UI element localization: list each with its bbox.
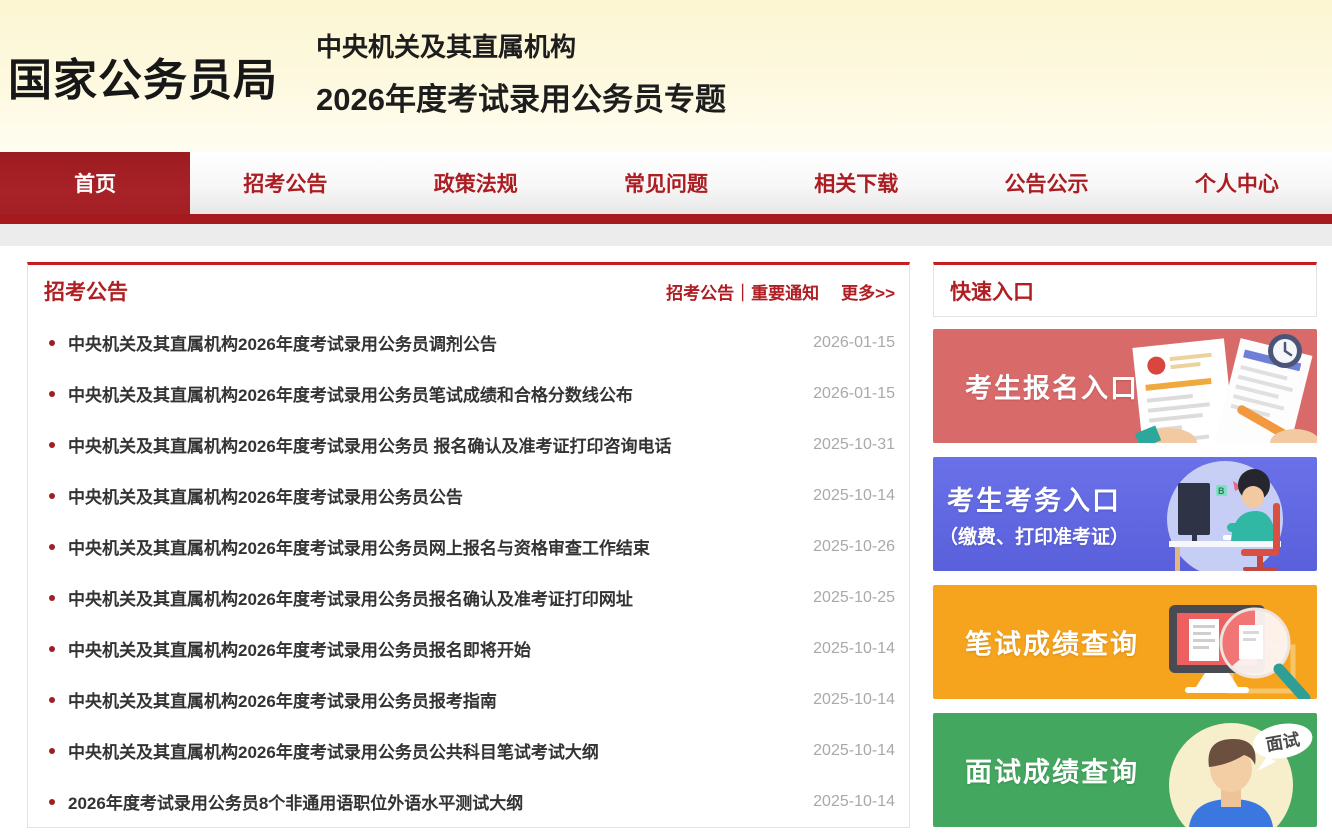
registration-entry-label: 考生报名入口 [965,367,1139,406]
tab-faq[interactable]: 常见问题 [571,152,761,214]
quick-entry-column: 快速入口 [933,262,1317,828]
registration-entry-banner[interactable]: 考生报名入口 [933,329,1317,443]
list-item: 中央机关及其直属机构2026年度考试录用公务员公告 2025-10-14 [44,470,895,521]
list-item: 中央机关及其直属机构2026年度考试录用公务员报名即将开始 2025-10-14 [44,623,895,674]
list-item: 2026年度考试录用公务员8个非通用语职位外语水平测试大纲 2025-10-14 [44,776,895,827]
more-link[interactable]: 更多>> [841,279,895,304]
written-score-query-banner[interactable]: 笔试成绩查询 [933,585,1317,699]
news-date: 2026-01-15 [785,334,895,352]
news-date: 2025-10-14 [785,487,895,505]
news-link[interactable]: 中央机关及其直属机构2026年度考试录用公务员网上报名与资格审查工作结束 [68,534,785,559]
list-item: 中央机关及其直属机构2026年度考试录用公务员报名确认及准考证打印网址 2025… [44,572,895,623]
news-date: 2025-10-14 [785,793,895,811]
list-item: 中央机关及其直属机构2026年度考试录用公务员网上报名与资格审查工作结束 202… [44,521,895,572]
news-link[interactable]: 中央机关及其直属机构2026年度考试录用公务员报名确认及准考证打印网址 [68,585,785,610]
news-link[interactable]: 中央机关及其直属机构2026年度考试录用公务员调剂公告 [68,330,785,355]
announcements-list: 中央机关及其直属机构2026年度考试录用公务员调剂公告 2026-01-15 中… [28,317,909,827]
main-nav: 首页 招考公告 政策法规 常见问题 相关下载 公告公示 个人中心 [0,152,1332,214]
nav-underline-bar [0,214,1332,224]
quick-entry-panel: 快速入口 [933,262,1317,317]
bullet-icon [49,595,55,601]
list-item: 中央机关及其直属机构2026年度考试录用公务员调剂公告 2026-01-15 [44,317,895,368]
written-score-query-label: 笔试成绩查询 [965,623,1139,662]
bullet-icon [49,340,55,346]
announcements-panel-header: 招考公告 招考公告｜重要通知 更多>> [28,265,909,317]
org-name: 中央机关及其直属机构 [316,27,726,64]
bullet-icon [49,799,55,805]
news-link[interactable]: 2026年度考试录用公务员8个非通用语职位外语水平测试大纲 [68,789,785,814]
list-item: 中央机关及其直属机构2026年度考试录用公务员报考指南 2025-10-14 [44,674,895,725]
news-date: 2025-10-14 [785,742,895,760]
tab-home[interactable]: 首页 [0,152,190,214]
announcements-filters: 招考公告｜重要通知 更多>> [666,279,895,304]
exam-affairs-sub-label: （缴费、打印准考证） [939,522,1129,549]
list-item: 中央机关及其直属机构2026年度考试录用公务员公共科目笔试考试大纲 2025-1… [44,725,895,776]
bullet-icon [49,544,55,550]
exam-affairs-entry-banner[interactable]: B 考生考务入口 （缴费、打印准考证） [933,457,1317,571]
page-title: 2026年度考试录用公务员专题 [316,74,726,119]
tab-announcements[interactable]: 招考公告 [190,152,380,214]
quick-entry-title: 快速入口 [950,276,1034,306]
tab-public-notices[interactable]: 公告公示 [951,152,1141,214]
exam-affairs-main-label: 考生考务入口 [947,486,1121,516]
bullet-icon [49,697,55,703]
bullet-icon [49,391,55,397]
news-date: 2025-10-14 [785,691,895,709]
interview-score-query-label: 面试成绩查询 [965,751,1139,790]
news-link[interactable]: 中央机关及其直属机构2026年度考试录用公务员 报名确认及准考证打印咨询电话 [68,432,785,457]
list-item: 中央机关及其直属机构2026年度考试录用公务员 报名确认及准考证打印咨询电话 2… [44,419,895,470]
main-content: 招考公告 招考公告｜重要通知 更多>> 中央机关及其直属机构2026年度考试录用… [0,246,1332,828]
tab-personal-center[interactable]: 个人中心 [1142,152,1332,214]
bullet-icon [49,442,55,448]
news-date: 2026-01-15 [785,385,895,403]
filter-tabs-link[interactable]: 招考公告｜重要通知 [666,279,819,304]
svg-text:B: B [1218,486,1225,496]
news-date: 2025-10-26 [785,538,895,556]
exam-affairs-entry-label: 考生考务入口 （缴费、打印准考证） [939,479,1129,549]
announcements-panel: 招考公告 招考公告｜重要通知 更多>> 中央机关及其直属机构2026年度考试录用… [27,262,910,828]
interview-score-query-banner[interactable]: 面试 面试成绩查询 [933,713,1317,827]
bullet-icon [49,493,55,499]
site-title-block: 中央机关及其直属机构 2026年度考试录用公务员专题 [316,27,726,125]
site-header: 国家公务员局 中央机关及其直属机构 2026年度考试录用公务员专题 [0,0,1332,152]
announcements-title: 招考公告 [44,276,128,306]
tab-downloads[interactable]: 相关下载 [761,152,951,214]
news-link[interactable]: 中央机关及其直属机构2026年度考试录用公务员报考指南 [68,687,785,712]
news-link[interactable]: 中央机关及其直属机构2026年度考试录用公务员报名即将开始 [68,636,785,661]
site-logo: 国家公务员局 [8,44,278,108]
news-date: 2025-10-31 [785,436,895,454]
spacer-band [0,224,1332,246]
news-date: 2025-10-25 [785,589,895,607]
list-item: 中央机关及其直属机构2026年度考试录用公务员笔试成绩和合格分数线公布 2026… [44,368,895,419]
news-link[interactable]: 中央机关及其直属机构2026年度考试录用公务员公共科目笔试考试大纲 [68,738,785,763]
clock-icon [1268,334,1302,368]
news-link[interactable]: 中央机关及其直属机构2026年度考试录用公务员公告 [68,483,785,508]
bullet-icon [49,646,55,652]
bullet-icon [49,748,55,754]
tab-policies[interactable]: 政策法规 [381,152,571,214]
news-date: 2025-10-14 [785,640,895,658]
news-link[interactable]: 中央机关及其直属机构2026年度考试录用公务员笔试成绩和合格分数线公布 [68,381,785,406]
